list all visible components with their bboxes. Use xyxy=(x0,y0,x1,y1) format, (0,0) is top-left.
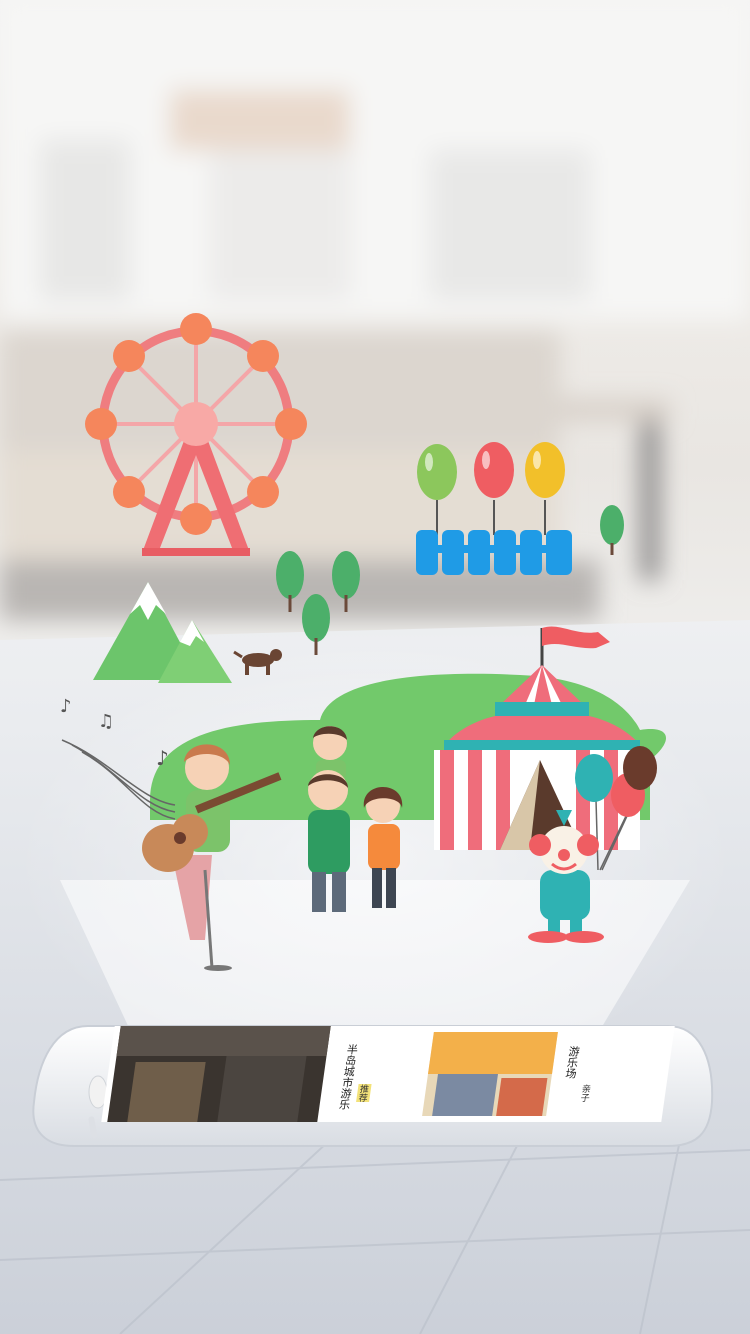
circus-tent-icon xyxy=(434,626,640,850)
svg-text:♪: ♪ xyxy=(60,696,72,717)
mountain-icon xyxy=(93,582,232,683)
fence-icon xyxy=(416,530,572,575)
phone-screen: 半岛城市游乐 推荐 游乐场 亲子 xyxy=(101,1026,675,1122)
card-1-tag: 推荐 xyxy=(356,1084,372,1102)
phone-icon: 半岛城市游乐 推荐 游乐场 亲子 xyxy=(28,1022,714,1150)
ferris-wheel-icon xyxy=(85,313,307,556)
card-2-title: 游乐场 xyxy=(563,1046,580,1079)
svg-text:♪: ♪ xyxy=(156,746,169,770)
content-card-2[interactable] xyxy=(422,1032,558,1116)
svg-text:♫: ♫ xyxy=(98,711,114,732)
music-note-icon: ♪ ♫ ♪ xyxy=(60,696,176,820)
balloon-icon xyxy=(417,442,565,535)
card-2-tag: 亲子 xyxy=(579,1084,592,1102)
content-card-1[interactable] xyxy=(107,1026,331,1122)
dog-icon xyxy=(233,649,282,675)
card-1-title: 半岛城市游乐 xyxy=(336,1044,359,1110)
